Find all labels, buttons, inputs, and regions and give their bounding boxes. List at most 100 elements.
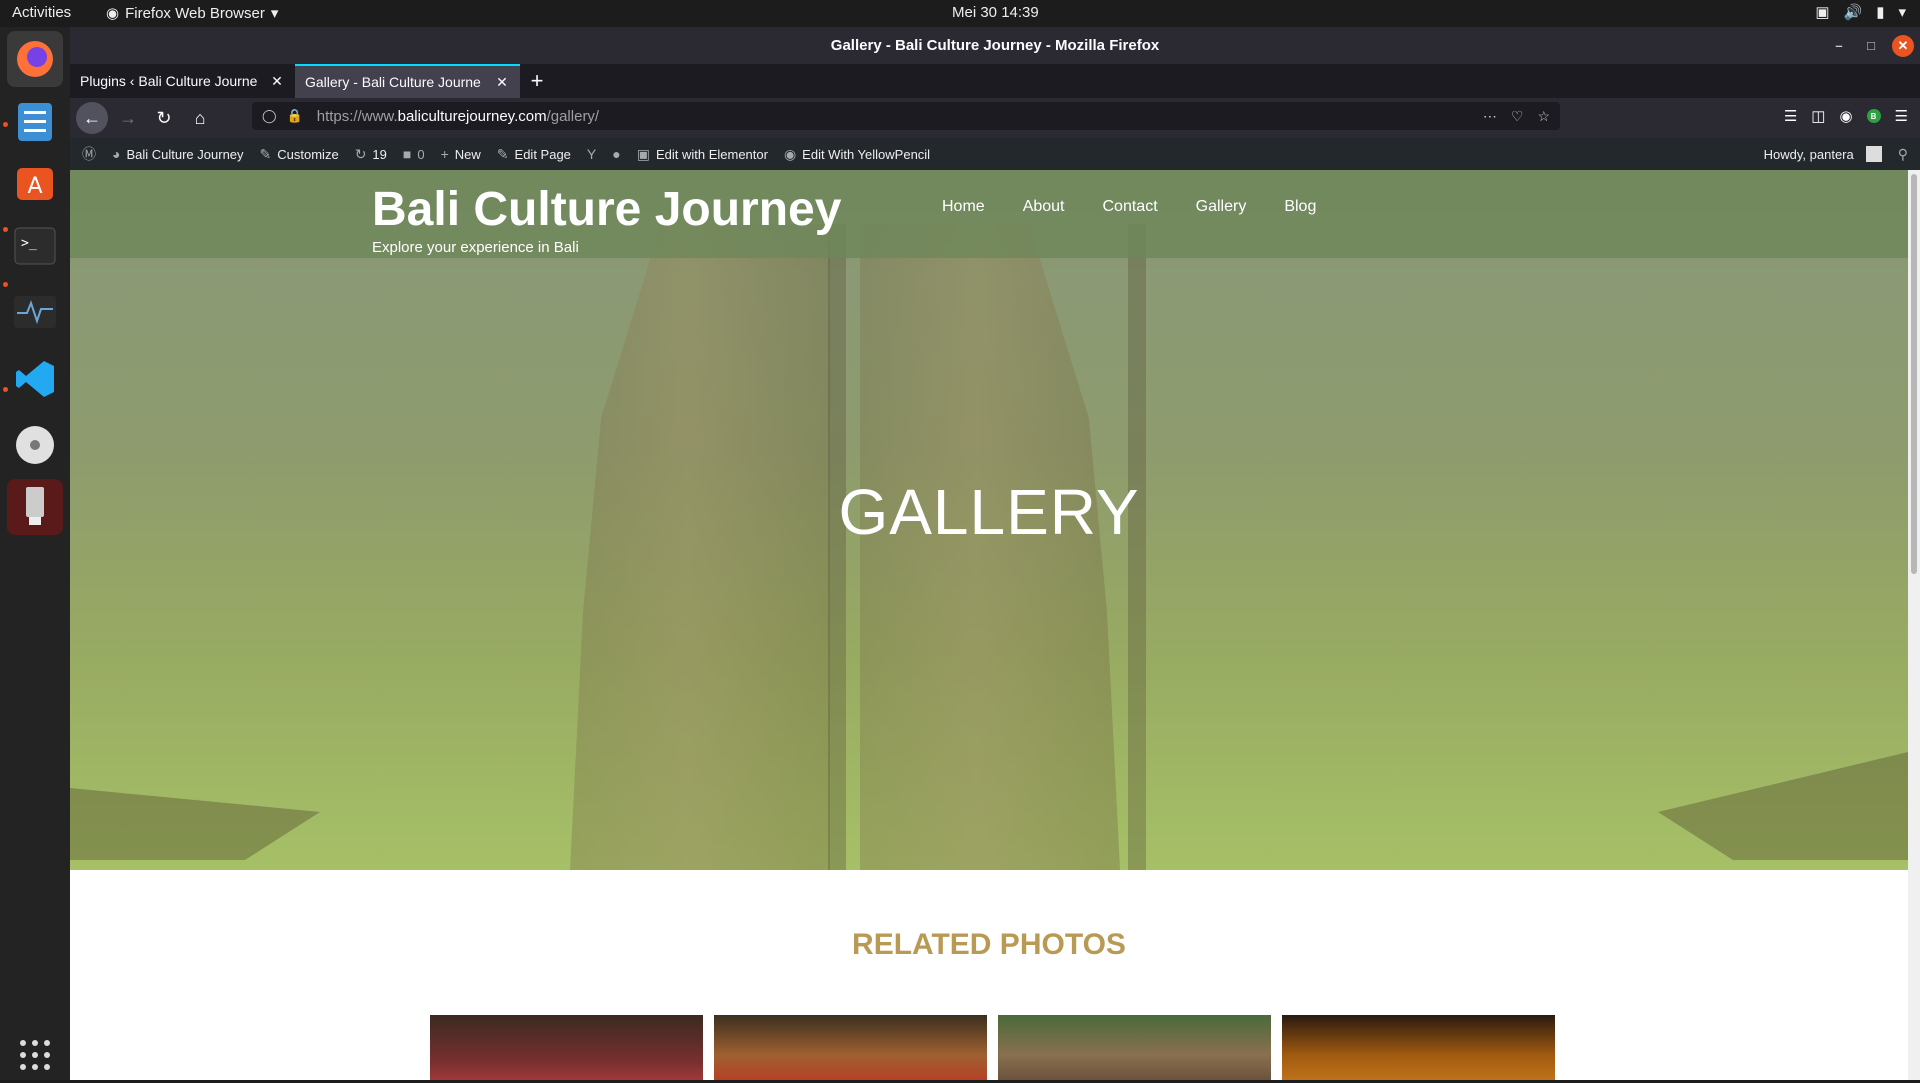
seo-status-dot-icon[interactable]: ● [604, 138, 628, 170]
dashboard-icon: ◕ [112, 146, 121, 162]
usb-drive-dock-icon[interactable] [7, 479, 63, 535]
wp-howdy-label: Howdy, pantera [1763, 146, 1854, 162]
software-dock-icon[interactable]: A [7, 154, 63, 210]
home-icon[interactable]: ⌂ [184, 102, 216, 134]
tracking-shield-icon[interactable]: ◯ [262, 108, 277, 124]
wordpress-logo-icon[interactable]: Ⓜ [74, 138, 104, 170]
close-tab-icon[interactable]: ✕ [494, 74, 510, 91]
nav-contact[interactable]: Contact [1103, 198, 1158, 216]
account-icon[interactable]: ◉ [1839, 107, 1852, 125]
gallery-photo[interactable] [998, 1015, 1271, 1080]
page-actions-icon[interactable]: ⋯ [1483, 108, 1497, 125]
tab-plugins[interactable]: Plugins ‹ Bali Culture Journe ✕ [70, 64, 295, 98]
files-dock-icon[interactable] [7, 94, 63, 150]
vscode-dock-icon[interactable] [7, 351, 63, 407]
page-title: GALLERY [838, 476, 1140, 548]
url-path: /gallery/ [546, 107, 600, 125]
activities-button[interactable]: Activities [12, 4, 71, 21]
close-icon[interactable]: ✕ [1892, 34, 1914, 57]
elementor-icon: ▣ [636, 145, 650, 162]
gallery-photo[interactable] [1282, 1015, 1555, 1080]
yellowpencil-icon: ◉ [783, 145, 797, 162]
tab-label: Gallery - Bali Culture Journe [305, 74, 481, 90]
url-domain: baliculturejourney.com [397, 107, 547, 125]
scrollbar-thumb[interactable] [1911, 174, 1917, 574]
clock[interactable]: Mei 30 14:39 [952, 4, 1039, 21]
toolbar-right: ☰ ◫ ◉ B ☰ [1784, 102, 1920, 130]
wp-customize-label: Customize [277, 146, 339, 162]
url-prefix: https://www. [316, 107, 398, 125]
extension-icon[interactable]: B [1866, 109, 1881, 123]
maximize-icon[interactable]: □ [1860, 35, 1882, 57]
lock-icon[interactable]: 🔒 [287, 108, 303, 124]
site-tagline: Explore your experience in Bali [372, 239, 579, 256]
wp-edit-elementor[interactable]: ▣ Edit with Elementor [629, 138, 776, 170]
comment-icon: ■ [402, 146, 412, 162]
back-arrow-icon[interactable]: ← [76, 102, 108, 134]
url-bar[interactable]: ◯ 🔒 https://www. baliculturejourney.com … [252, 102, 1560, 130]
wp-new[interactable]: + New [433, 138, 489, 170]
wp-customize[interactable]: ✎ Customize [252, 138, 347, 170]
app-menu-label: Firefox Web Browser [125, 4, 265, 22]
pencil-icon: ✎ [496, 145, 509, 162]
wp-account[interactable]: Howdy, pantera [1756, 138, 1890, 170]
page-scrollbar[interactable] [1908, 170, 1920, 1080]
svg-text:A: A [27, 174, 42, 199]
app-menu[interactable]: ◉ Firefox Web Browser ▾ [106, 4, 279, 23]
wp-edit-page[interactable]: ✎ Edit Page [489, 138, 579, 170]
main-nav: Home About Contact Gallery Blog [942, 198, 1316, 216]
nav-blog[interactable]: Blog [1284, 198, 1316, 216]
wp-updates[interactable]: ↻ 19 [347, 138, 395, 170]
updates-icon: ↻ [354, 145, 367, 162]
system-monitor-dock-icon[interactable] [7, 284, 63, 340]
tab-label: Plugins ‹ Bali Culture Journe [80, 73, 258, 89]
gallery-photo[interactable] [714, 1015, 987, 1080]
plus-icon: + [440, 146, 449, 162]
wp-edit-yellowpencil[interactable]: ◉ Edit With YellowPencil [776, 138, 938, 170]
site-header: Bali Culture Journey Explore your experi… [70, 170, 1908, 258]
hero-image-roof-right [1658, 752, 1908, 860]
library-icon[interactable]: ☰ [1784, 107, 1797, 125]
battery-icon: ▮ [1876, 4, 1885, 21]
forward-arrow-icon[interactable]: → [112, 102, 144, 134]
chevron-down-icon: ▾ [270, 5, 279, 22]
wp-search-icon[interactable]: ⚲ [1890, 138, 1916, 170]
chevron-down-icon: ▾ [1898, 4, 1906, 21]
window-title: Gallery - Bali Culture Journey - Mozilla… [830, 37, 1160, 54]
tab-gallery[interactable]: Gallery - Bali Culture Journe ✕ [295, 64, 520, 98]
nav-gallery[interactable]: Gallery [1196, 198, 1247, 216]
related-photos-heading: RELATED PHOTOS [852, 928, 1126, 961]
bookmark-star-icon[interactable]: ☆ [1537, 108, 1550, 125]
wp-edit-page-label: Edit Page [514, 146, 571, 162]
page-content: Bali Culture Journey Explore your experi… [70, 170, 1920, 1080]
minimize-icon[interactable]: – [1828, 35, 1850, 57]
site-title[interactable]: Bali Culture Journey [372, 182, 841, 237]
window-titlebar: Gallery - Bali Culture Journey - Mozilla… [70, 27, 1920, 64]
firefox-dock-icon[interactable] [7, 31, 63, 87]
svg-text:>_: >_ [21, 236, 37, 251]
system-tray[interactable]: ▣ 🔊 ▮ ▾ [1815, 3, 1906, 21]
new-tab-button[interactable]: + [520, 64, 554, 98]
reload-icon[interactable]: ↻ [148, 102, 180, 134]
wp-site-name-label: Bali Culture Journey [126, 146, 244, 162]
yoast-icon[interactable]: Y [579, 138, 604, 170]
tab-strip: Plugins ‹ Bali Culture Journe ✕ Gallery … [70, 64, 1920, 98]
wp-comments-count: 0 [417, 146, 425, 162]
wp-site-name[interactable]: ◕ Bali Culture Journey [104, 138, 252, 170]
show-apps-icon[interactable] [7, 1027, 63, 1083]
terminal-dock-icon[interactable]: >_ [7, 218, 63, 274]
sidebar-icon[interactable]: ◫ [1811, 107, 1825, 125]
wp-comments[interactable]: ■ 0 [395, 138, 433, 170]
system-top-bar: Activities ◉ Firefox Web Browser ▾ Mei 3… [0, 0, 1920, 27]
wp-edit-elementor-label: Edit with Elementor [655, 146, 768, 162]
hero-banner: Bali Culture Journey Explore your experi… [70, 170, 1908, 870]
wp-edit-yellowpencil-label: Edit With YellowPencil [802, 146, 931, 162]
nav-about[interactable]: About [1023, 198, 1065, 216]
gallery-photo[interactable] [430, 1015, 703, 1080]
network-icon: ▣ [1815, 4, 1830, 21]
disc-dock-icon[interactable] [7, 417, 63, 473]
nav-home[interactable]: Home [942, 198, 985, 216]
pocket-icon[interactable]: ♡ [1511, 108, 1524, 125]
close-tab-icon[interactable]: ✕ [269, 73, 285, 90]
hamburger-menu-icon[interactable]: ☰ [1895, 107, 1908, 125]
